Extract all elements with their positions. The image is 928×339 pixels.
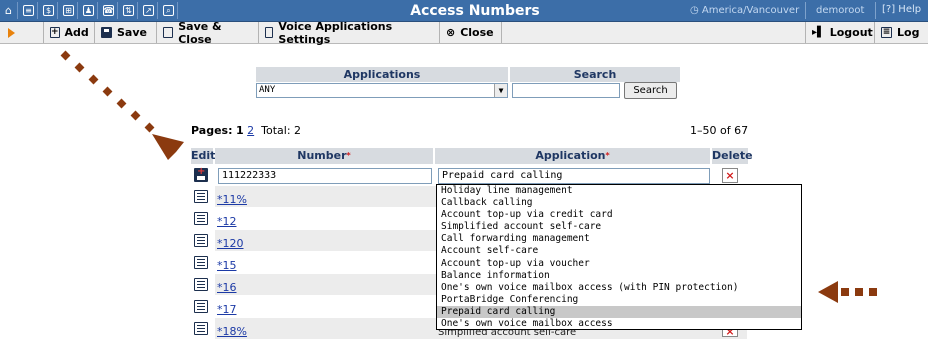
diagonal-arrow <box>60 50 184 160</box>
annotation-arrows <box>60 50 877 303</box>
left-arrow <box>818 281 877 303</box>
